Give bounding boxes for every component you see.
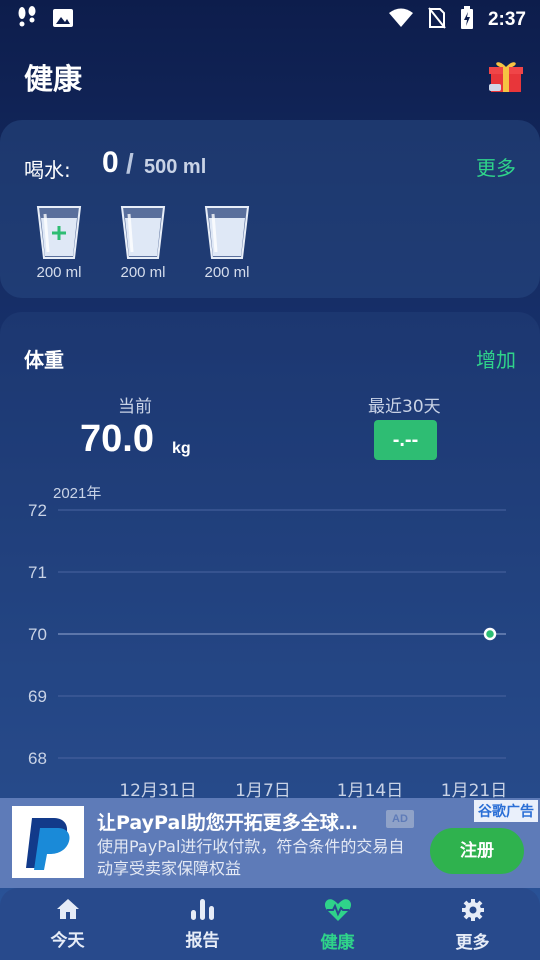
glass-icon: [204, 206, 250, 259]
image-icon: [52, 8, 74, 32]
gear-icon: [461, 899, 485, 926]
tab-label: 更多: [455, 933, 490, 953]
water-card: 喝水: 0 / 500 ml 更多 200 ml 200 ml 200 ml: [0, 120, 540, 298]
current-weight-value: 70.0: [80, 418, 154, 460]
x-tick-label: 1月14日: [337, 781, 403, 798]
recent-30-days-badge: -.--: [374, 420, 437, 460]
heart-pulse-icon: [324, 899, 352, 926]
status-time: 2:37: [487, 9, 526, 30]
recent-30-days-label: 最近30天: [368, 397, 441, 417]
y-tick-label: 72: [28, 501, 47, 520]
water-cup[interactable]: 200 ml: [198, 204, 256, 281]
water-cup-add[interactable]: 200 ml: [30, 204, 88, 281]
app-header: 健康: [0, 46, 540, 116]
bottom-tab-bar: 今天 报告 健康 更多: [0, 888, 540, 960]
y-tick-label: 70: [28, 625, 47, 644]
ad-description: 使用PayPal进行收付款，符合条件的交易自动享受卖家保障权益: [97, 837, 405, 878]
gift-icon[interactable]: [488, 58, 524, 94]
x-tick-label: 12月31日: [119, 781, 196, 798]
water-separator: /: [126, 148, 134, 179]
water-current: 0: [102, 146, 119, 179]
current-weight-unit: kg: [172, 440, 191, 457]
weight-card: 体重 增加 当前 70.0 kg 最近30天 -.-- 2021年 72 71 70…: [0, 312, 540, 832]
tab-today[interactable]: 今天: [0, 888, 135, 960]
ad-title: 让PayPal助您开拓更多全球…: [97, 812, 358, 834]
wifi-icon: [388, 8, 414, 32]
water-goal: 500 ml: [144, 156, 207, 178]
ad-badge: AD: [386, 810, 414, 828]
current-weight-label: 当前: [118, 397, 152, 417]
x-tick-label: 1月7日: [235, 781, 291, 798]
cup-amount: 200 ml: [36, 264, 82, 281]
footprints-icon: [16, 6, 38, 34]
status-bar: 2:37: [0, 0, 540, 36]
tab-more[interactable]: 更多: [405, 888, 540, 960]
water-cup[interactable]: 200 ml: [114, 204, 172, 281]
weight-title: 体重: [24, 348, 64, 372]
x-tick-label: 1月21日: [441, 781, 507, 798]
tab-label: 今天: [50, 931, 85, 951]
tab-label: 健康: [320, 933, 355, 953]
water-label: 喝水:: [24, 158, 71, 182]
y-tick-label: 71: [28, 563, 47, 582]
tab-report[interactable]: 报告: [135, 888, 270, 960]
ad-banner[interactable]: 让PayPal助您开拓更多全球… AD 使用PayPal进行收付款，符合条件的交…: [0, 798, 540, 888]
cup-amount: 200 ml: [204, 264, 250, 281]
tab-health[interactable]: 健康: [270, 888, 405, 960]
water-more-link[interactable]: 更多: [476, 152, 516, 181]
battery-charging-icon: [460, 6, 474, 34]
chart-year-label: 2021年: [53, 485, 101, 502]
ad-network-tag: 谷歌广告: [474, 800, 538, 822]
bar-chart-icon: [190, 899, 216, 924]
paypal-logo: [12, 806, 84, 878]
no-sim-icon: [428, 7, 446, 33]
page-title: 健康: [24, 62, 83, 96]
weight-chart[interactable]: 2021年 72 71 70 69 68 12月31日 1月7日 1月14日 1月21日: [0, 480, 540, 798]
weight-data-point[interactable]: [483, 627, 497, 641]
water-cups: 200 ml 200 ml 200 ml: [30, 204, 256, 281]
y-tick-label: 69: [28, 687, 47, 706]
weight-add-link[interactable]: 增加: [476, 344, 516, 373]
y-tick-label: 68: [28, 749, 47, 768]
glass-icon: [120, 206, 166, 259]
home-icon: [56, 899, 80, 924]
ad-signup-button[interactable]: 注册: [430, 828, 524, 874]
tab-label: 报告: [185, 931, 220, 951]
glass-icon: [36, 206, 82, 259]
cup-amount: 200 ml: [120, 264, 166, 281]
